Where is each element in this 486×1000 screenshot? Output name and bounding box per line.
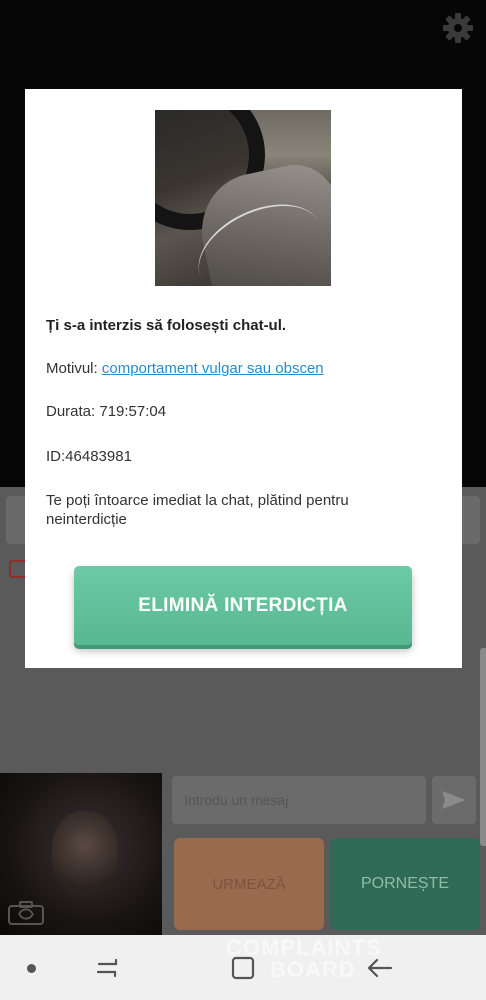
ban-id: ID:46483981	[46, 448, 132, 465]
ban-reason: Motivul: comportament vulgar sau obscen	[46, 360, 324, 377]
recents-icon[interactable]	[94, 955, 120, 981]
start-button[interactable]: PORNEȘTE	[330, 838, 480, 930]
ban-duration: Durata: 719:57:04	[46, 403, 167, 420]
user-snapshot-image	[155, 110, 331, 286]
next-button[interactable]: URMEAZĂ	[174, 838, 324, 930]
scroll-handle[interactable]	[480, 648, 486, 846]
ban-dialog: Ți s-a interzis să folosești chat-ul. Mo…	[25, 89, 462, 668]
self-camera-preview	[0, 773, 162, 935]
gear-icon[interactable]	[440, 10, 476, 46]
camera-face	[52, 811, 118, 897]
ban-info-text: Te poți întoarce imediat la chat, plătin…	[46, 492, 349, 528]
ban-title: Ți s-a interzis să folosești chat-ul.	[46, 317, 287, 334]
message-input[interactable]: Introdu un mesaj	[172, 776, 426, 824]
nav-dot-icon[interactable]	[27, 964, 36, 973]
send-icon	[442, 791, 466, 809]
send-button[interactable]	[432, 776, 476, 824]
ban-reason-link[interactable]: comportament vulgar sau obscen	[102, 360, 324, 377]
ban-reason-label: Motivul:	[46, 360, 102, 377]
back-icon[interactable]	[366, 955, 394, 981]
remove-ban-button[interactable]: ELIMINĂ INTERDICȚIA	[74, 566, 412, 645]
home-icon[interactable]	[230, 955, 256, 981]
system-navbar: COMPLAINTS BOARD	[0, 935, 486, 1000]
camera-switch-icon[interactable]	[6, 901, 46, 927]
